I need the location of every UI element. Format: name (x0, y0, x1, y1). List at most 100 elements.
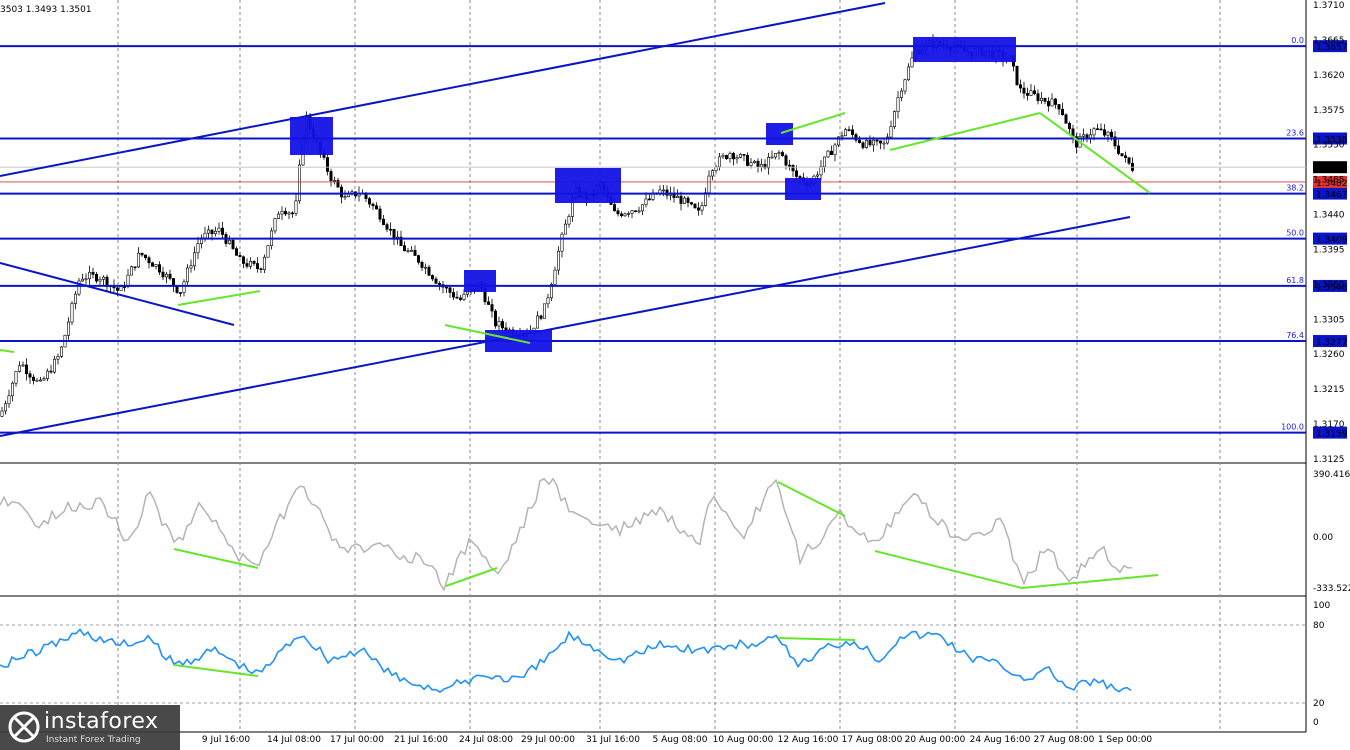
candle-body (910, 57, 914, 68)
rsi-tick-label: 100 (1313, 601, 1330, 611)
candle-body (14, 371, 18, 384)
candle-body (465, 291, 469, 295)
y-tick-label: 1.3215 (1313, 385, 1345, 395)
candle-body (21, 364, 25, 367)
candle-body (815, 174, 819, 177)
candle-body (1043, 97, 1047, 102)
candle-body (640, 204, 644, 212)
trading-chart: 0.01.365723.61.353838.21.346750.01.34096… (0, 0, 1350, 750)
candle-body (1082, 134, 1086, 137)
candle-body (1061, 108, 1065, 116)
candle-body (497, 321, 501, 327)
candle-body (11, 382, 15, 397)
candle-body (731, 153, 735, 160)
candle-body (707, 175, 711, 193)
candle-body (276, 213, 280, 219)
candle-body (329, 171, 333, 182)
x-tick-label: 27 Aug 08:00 (1034, 735, 1095, 745)
candle-body (847, 129, 851, 131)
zone-highlight-box (464, 270, 496, 292)
candle-body (756, 160, 760, 168)
candle-body (1092, 128, 1096, 136)
fib-price-tag: 1.3467 (1316, 191, 1348, 201)
candle-body (1110, 131, 1114, 138)
y-tick-label: 1.3260 (1313, 350, 1345, 360)
fib-level-label: 100.0 (1281, 423, 1304, 432)
candle-body (878, 140, 882, 144)
candle-body (486, 301, 490, 305)
candle-body (1106, 131, 1110, 136)
candle-body (119, 286, 123, 291)
x-tick-label: 5 Aug 08:00 (653, 735, 708, 745)
candle-body (1036, 93, 1040, 101)
candle-body (612, 204, 616, 212)
candle-body (217, 227, 221, 232)
candle-body (745, 154, 749, 166)
candle-body (882, 142, 886, 145)
candle-body (287, 212, 291, 215)
candle-body (1047, 101, 1051, 107)
candle-body (434, 278, 438, 284)
x-tick-label: 31 Jul 16:00 (586, 735, 640, 745)
ohlc-header: 3503 1.3493 1.3501 (0, 5, 92, 15)
candle-body (889, 126, 893, 138)
candle-body (500, 321, 504, 329)
y-tick-label: 1.3575 (1313, 106, 1345, 116)
candle-body (675, 195, 679, 198)
candle-body (374, 205, 378, 210)
y-tick-label: 1.3620 (1313, 71, 1345, 81)
candle-body (703, 192, 707, 206)
candle-body (381, 218, 385, 225)
candle-body (137, 252, 141, 268)
candle-body (214, 230, 218, 235)
rsi-tick-label: 20 (1313, 699, 1325, 709)
current-price-tag: 1.3501 (1316, 164, 1348, 174)
candle-body (144, 254, 148, 259)
candle-body (693, 203, 697, 209)
candle-body (455, 296, 459, 299)
brand-name: instaforex (44, 709, 159, 734)
candle-body (154, 264, 158, 267)
candle-body (871, 139, 875, 146)
candle-body (637, 210, 641, 213)
candle-body (0, 410, 4, 417)
candle-body (371, 203, 375, 207)
candle-body (626, 213, 630, 215)
candle-body (742, 154, 746, 156)
candle-body (45, 370, 49, 379)
candle-body (193, 252, 197, 267)
candle-body (151, 262, 155, 267)
candle-body (67, 321, 71, 336)
x-tick-label: 21 Jul 16:00 (394, 735, 448, 745)
candle-body (235, 248, 239, 256)
candle-body (623, 213, 627, 217)
candle-body (91, 271, 95, 275)
candle-body (1096, 128, 1100, 131)
candle-body (385, 224, 389, 230)
candle-body (1064, 114, 1068, 124)
candle-body (462, 293, 466, 300)
candle-body (724, 155, 728, 159)
candle-body (378, 208, 382, 220)
candle-body (409, 250, 413, 252)
zone-highlight-box (913, 37, 1016, 62)
x-tick-label: 10 Aug 00:00 (713, 735, 774, 745)
candle-body (661, 189, 665, 192)
candle-body (140, 252, 144, 256)
instaforex-logo: instaforex Instant Forex Trading (0, 705, 180, 750)
candle-body (857, 139, 861, 143)
candle-body (70, 303, 74, 323)
candle-body (553, 269, 557, 285)
x-tick-label: 17 Jul 00:00 (330, 735, 384, 745)
candle-body (388, 228, 392, 231)
candle-body (262, 256, 266, 270)
candle-body (633, 210, 637, 213)
x-tick-label: 9 Jul 16:00 (202, 735, 251, 745)
candle-body (88, 271, 92, 280)
y-tick-label: 1.3710 (1313, 1, 1345, 11)
y-tick-label: 1.3665 (1313, 36, 1345, 46)
candle-body (822, 156, 826, 168)
candle-body (133, 266, 137, 269)
candle-body (59, 346, 63, 357)
candle-body (539, 315, 543, 319)
